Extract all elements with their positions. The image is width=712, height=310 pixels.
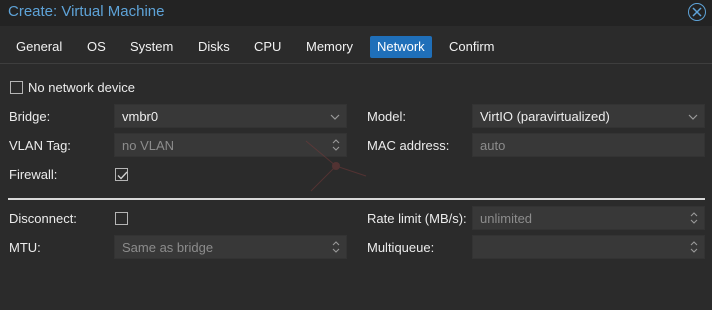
mac-address-input[interactable]: auto [472,133,705,157]
model-label: Model: [367,109,407,124]
close-icon[interactable] [688,3,706,21]
firewall-label: Firewall: [9,167,58,182]
tab-general[interactable]: General [9,36,69,58]
rate-limit-value: unlimited [480,211,533,226]
window-title: Create: Virtual Machine [8,3,165,20]
multiqueue-label: Multiqueue: [367,240,435,255]
tab-confirm[interactable]: Confirm [442,36,502,58]
spinner-icon[interactable] [689,239,699,255]
window-titlebar: Create: Virtual Machine [0,0,712,26]
chevron-down-icon [688,105,698,129]
bridge-select[interactable]: vmbr0 [114,104,347,128]
tab-memory[interactable]: Memory [299,36,360,58]
spinner-icon[interactable] [331,239,341,255]
tab-os[interactable]: OS [80,36,113,58]
vlan-tag-label: VLAN Tag: [9,138,71,153]
bridge-value: vmbr0 [122,109,159,124]
firewall-checkbox[interactable] [115,168,128,181]
multiqueue-input[interactable] [472,235,705,259]
tab-disks[interactable]: Disks [191,36,237,58]
spinner-icon[interactable] [689,210,699,226]
advanced-separator [8,198,705,200]
model-select[interactable]: VirtIO (paravirtualized) [472,104,705,128]
mtu-input[interactable]: Same as bridge [114,235,347,259]
mtu-label: MTU: [9,240,41,255]
watermark-logo [296,136,416,199]
no-network-device-checkbox[interactable] [10,81,23,94]
mtu-value: Same as bridge [122,240,214,255]
tab-system[interactable]: System [123,36,180,58]
chevron-down-icon [330,105,340,129]
tab-cpu[interactable]: CPU [247,36,288,58]
rate-limit-input[interactable]: unlimited [472,206,705,230]
vlan-tag-value: no VLAN [122,138,175,153]
mac-address-value: auto [480,138,506,153]
disconnect-label: Disconnect: [9,211,77,226]
tab-network[interactable]: Network [370,36,432,58]
disconnect-checkbox[interactable] [115,212,128,225]
model-value: VirtIO (paravirtualized) [480,109,610,124]
no-network-device-label: No network device [28,80,135,95]
rate-limit-label: Rate limit (MB/s): [367,211,467,226]
wizard-tab-bar: General OS System Disks CPU Memory Netwo… [0,32,712,64]
bridge-label: Bridge: [9,109,51,124]
